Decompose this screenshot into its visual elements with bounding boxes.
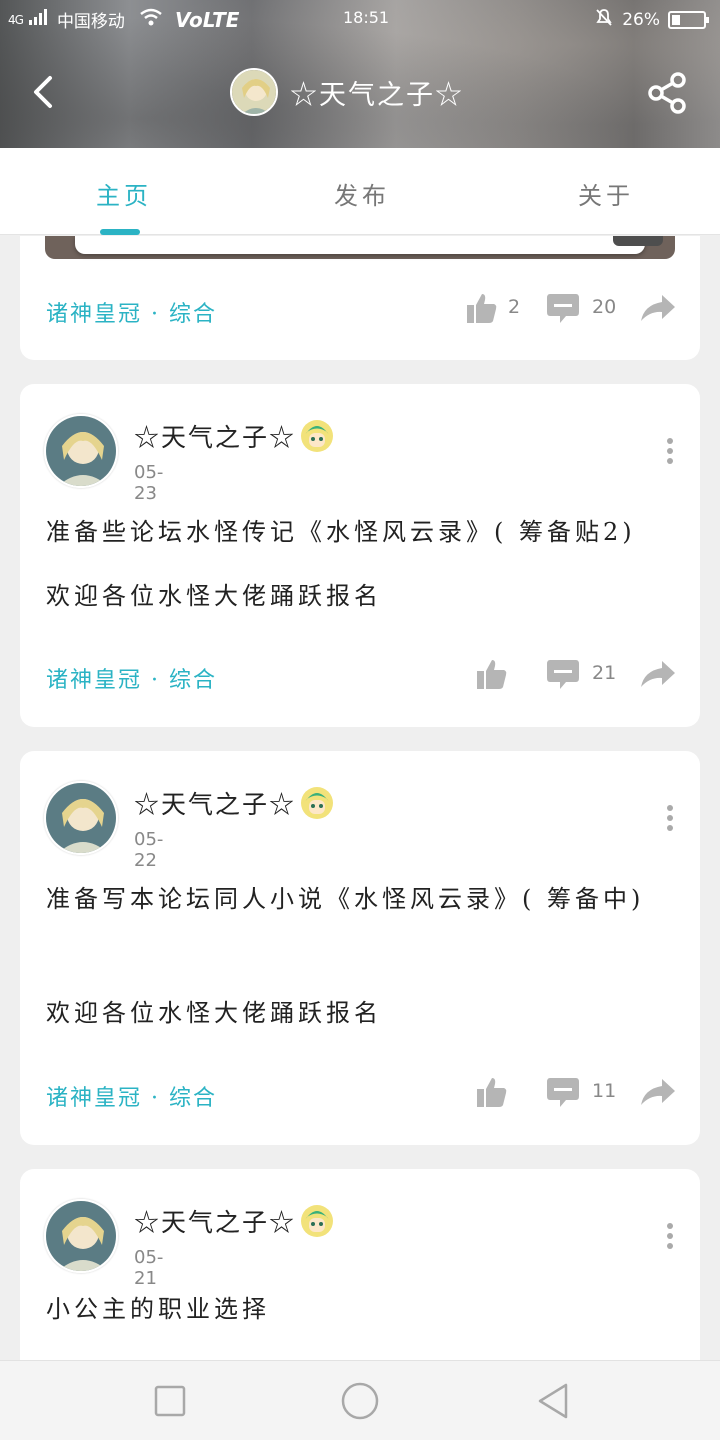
system-navigation-bar <box>0 1360 720 1440</box>
post-text: 准备写本论坛同人小说《水怪风云录》( 筹备中) <box>46 885 645 913</box>
battery-icon <box>668 10 709 29</box>
home-button[interactable] <box>340 1381 380 1421</box>
like-button[interactable] <box>476 658 508 690</box>
post-card[interactable]: 诸神皇冠 · 综合 2 20 <box>20 236 700 360</box>
post-date: 05-22 <box>134 829 164 871</box>
user-badge-icon <box>300 1204 334 1238</box>
category-link[interactable]: 诸神皇冠 · 综合 <box>46 1080 217 1112</box>
post-card[interactable]: ☆天气之子☆ 05-22 准备写本论坛同人小说《水怪风云录》( 筹备中) 欢迎各… <box>20 751 700 1145</box>
post-footer: 诸神皇冠 · 综合 11 <box>46 1076 686 1116</box>
profile-title: ☆天气之子☆ <box>230 68 464 116</box>
post-date: 05-21 <box>134 1247 164 1289</box>
clock: 18:51 <box>343 8 390 27</box>
forward-arrow-icon <box>641 661 675 687</box>
mute-bell-icon <box>594 7 614 32</box>
active-tab-indicator <box>100 229 140 235</box>
post-footer: 诸神皇冠 · 综合 21 <box>46 658 686 698</box>
signal-icon <box>28 9 51 30</box>
post-image[interactable] <box>45 236 675 259</box>
chevron-left-icon <box>34 76 52 108</box>
category-link[interactable]: 诸神皇冠 · 综合 <box>46 662 217 694</box>
more-options-button[interactable] <box>664 805 676 835</box>
header-banner: 4G 中国移动 VoLTE 18:51 26% ☆天气之子☆ <box>0 0 720 148</box>
thumbs-up-icon <box>477 660 507 689</box>
tab-publish[interactable]: 发布 <box>334 176 390 211</box>
author-name[interactable]: ☆天气之子☆ <box>134 785 296 821</box>
forward-arrow-icon <box>641 295 675 321</box>
tab-about[interactable]: 关于 <box>578 176 634 211</box>
like-button[interactable] <box>466 292 498 324</box>
forward-button[interactable] <box>640 294 676 322</box>
comment-button[interactable] <box>546 292 580 324</box>
thumbs-up-icon <box>467 294 497 323</box>
comment-icon <box>547 1078 579 1107</box>
post-footer: 诸神皇冠 · 综合 2 20 <box>46 292 686 332</box>
comment-icon <box>547 294 579 323</box>
share-icon <box>648 72 686 114</box>
wifi-icon <box>139 8 163 31</box>
like-count: 2 <box>508 296 521 318</box>
avatar[interactable] <box>44 414 118 488</box>
post-date: 05-23 <box>134 462 164 504</box>
more-options-button[interactable] <box>664 1223 676 1253</box>
thumbs-up-icon <box>477 1078 507 1107</box>
post-card[interactable]: ☆天气之子☆ 05-21 小公主的职业选择 <box>20 1169 700 1389</box>
avatar[interactable] <box>44 1199 118 1273</box>
network-type: 4G <box>8 12 24 27</box>
status-bar: 4G 中国移动 VoLTE 18:51 26% <box>0 0 720 36</box>
recent-apps-button[interactable] <box>150 1381 190 1421</box>
comment-count: 11 <box>592 1080 617 1102</box>
author-name[interactable]: ☆天气之子☆ <box>134 418 296 454</box>
circle-icon <box>341 1382 379 1420</box>
post-text: 小公主的职业选择 <box>46 1295 270 1323</box>
author-name[interactable]: ☆天气之子☆ <box>134 1203 296 1239</box>
battery-level <box>672 14 680 25</box>
square-icon <box>154 1385 186 1417</box>
author-line: ☆天气之子☆ <box>134 785 334 821</box>
comment-count: 21 <box>592 662 617 684</box>
user-badge-icon <box>300 419 334 453</box>
tab-home[interactable]: 主页 <box>96 176 152 211</box>
back-nav-button[interactable] <box>534 1381 574 1421</box>
more-options-button[interactable] <box>664 438 676 468</box>
post-text: 欢迎各位水怪大佬踊跃报名 <box>46 999 382 1027</box>
comment-button[interactable] <box>546 658 580 690</box>
back-button[interactable] <box>26 70 66 114</box>
carrier-name: 中国移动 <box>56 12 125 32</box>
forward-button[interactable] <box>640 660 676 688</box>
tab-bar: 主页 发布 关于 <box>0 148 720 235</box>
comment-button[interactable] <box>546 1076 580 1108</box>
comment-icon <box>547 660 579 689</box>
battery-percent: 26% <box>622 9 660 30</box>
author-line: ☆天气之子☆ <box>134 418 334 454</box>
share-button[interactable] <box>644 70 690 116</box>
category-link[interactable]: 诸神皇冠 · 综合 <box>46 296 217 328</box>
page-title: ☆天气之子☆ <box>290 79 464 111</box>
volte-label: VoLTE <box>174 7 240 32</box>
forward-button[interactable] <box>640 1078 676 1106</box>
user-badge-icon <box>300 786 334 820</box>
post-text: 准备些论坛水怪传记《水怪风云录》( 筹备贴2) <box>46 518 636 546</box>
triangle-back-icon <box>538 1383 568 1419</box>
like-button[interactable] <box>476 1076 508 1108</box>
post-text: 欢迎各位水怪大佬踊跃报名 <box>46 582 382 610</box>
avatar[interactable] <box>44 781 118 855</box>
author-line: ☆天气之子☆ <box>134 1203 334 1239</box>
comment-count: 20 <box>592 296 617 318</box>
post-card[interactable]: ☆天气之子☆ 05-23 准备些论坛水怪传记《水怪风云录》( 筹备贴2) 欢迎各… <box>20 384 700 727</box>
avatar[interactable] <box>230 68 278 116</box>
forward-arrow-icon <box>641 1079 675 1105</box>
